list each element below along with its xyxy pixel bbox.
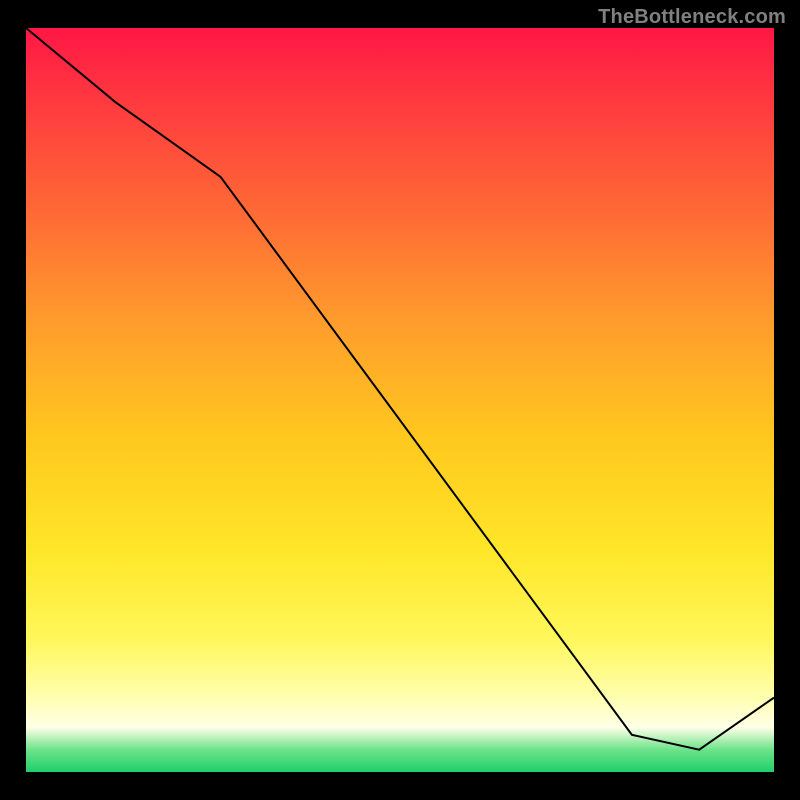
bottleneck-line <box>26 28 774 772</box>
chart-frame: TheBottleneck.com <box>0 0 800 800</box>
plot-area <box>26 28 774 772</box>
watermark-text: TheBottleneck.com <box>598 6 786 29</box>
